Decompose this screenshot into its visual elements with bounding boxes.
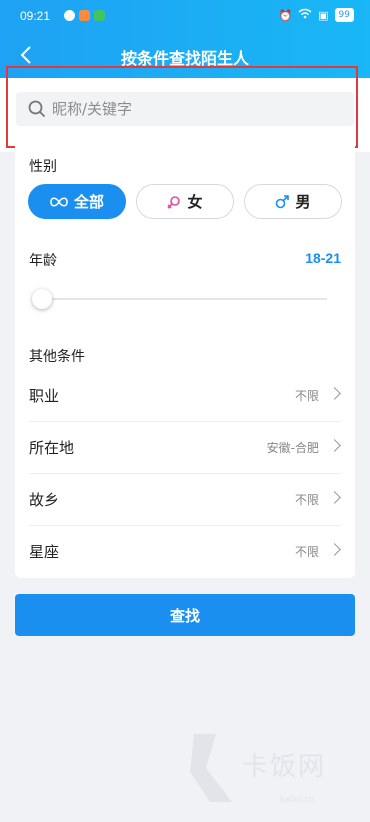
watermark-subtext: kafan.cn: [280, 794, 315, 804]
chevron-right-icon: [328, 543, 341, 556]
condition-label: 星座: [29, 543, 60, 561]
gender-all-button[interactable]: 全部: [28, 184, 126, 219]
condition-label: 故乡: [29, 491, 60, 509]
chevron-right-icon: [328, 491, 341, 504]
status-time: 09:21: [20, 9, 51, 23]
age-slider-track[interactable]: [37, 298, 327, 300]
battery-icon: 99: [334, 8, 354, 22]
condition-value: 不限: [294, 493, 319, 507]
orange-app-icon: [79, 10, 90, 21]
other-conditions-label: 其他条件: [29, 349, 85, 365]
age-label: 年龄: [29, 253, 57, 269]
female-icon: [167, 195, 181, 209]
gender-label: 性别: [29, 159, 57, 175]
search-submit-button[interactable]: 查找: [15, 594, 355, 636]
condition-label: 所在地: [29, 439, 75, 457]
gender-options: 全部 女 男: [28, 184, 342, 219]
male-icon: [276, 194, 290, 208]
gender-female-button[interactable]: 女: [136, 184, 234, 219]
filter-card: 性别 全部 女 男 年龄 18-21 其他条件 职业 不限 所在地 安徽-合肥 …: [15, 144, 355, 578]
status-app-icons: [64, 10, 105, 21]
condition-row-occupation[interactable]: 职业 不限: [29, 370, 341, 422]
condition-row-zodiac[interactable]: 星座 不限: [29, 526, 341, 578]
age-slider-handle[interactable]: [32, 289, 52, 309]
condition-value: 不限: [294, 389, 319, 403]
age-value: 18-21: [305, 250, 341, 266]
signal-icon: ▣: [318, 8, 329, 22]
gender-male-button[interactable]: 男: [244, 184, 342, 219]
chevron-right-icon: [328, 387, 341, 400]
infinity-icon: [50, 196, 68, 207]
wechat-icon: [64, 10, 75, 21]
status-indicators: ⏰ ▣ 99: [278, 8, 354, 22]
chevron-right-icon: [328, 439, 341, 452]
watermark-k-icon: [190, 734, 232, 802]
condition-value: 不限: [294, 545, 319, 559]
status-bar: 09:21 ⏰ ▣ 99: [0, 0, 370, 32]
watermark-logo: 卡饭网 kafan.cn: [186, 728, 356, 814]
gender-female-label: 女: [187, 193, 203, 211]
condition-row-location[interactable]: 所在地 安徽-合肥: [29, 422, 341, 474]
green-app-icon: [94, 10, 105, 21]
wifi-icon: [298, 8, 312, 22]
search-highlight-box: [6, 66, 358, 148]
condition-value: 安徽-合肥: [266, 441, 319, 455]
condition-row-hometown[interactable]: 故乡 不限: [29, 474, 341, 526]
alarm-icon: ⏰: [278, 8, 293, 22]
watermark-text: 卡饭网: [242, 752, 327, 782]
gender-all-label: 全部: [73, 193, 104, 211]
condition-label: 职业: [29, 387, 60, 405]
gender-male-label: 男: [295, 193, 311, 211]
